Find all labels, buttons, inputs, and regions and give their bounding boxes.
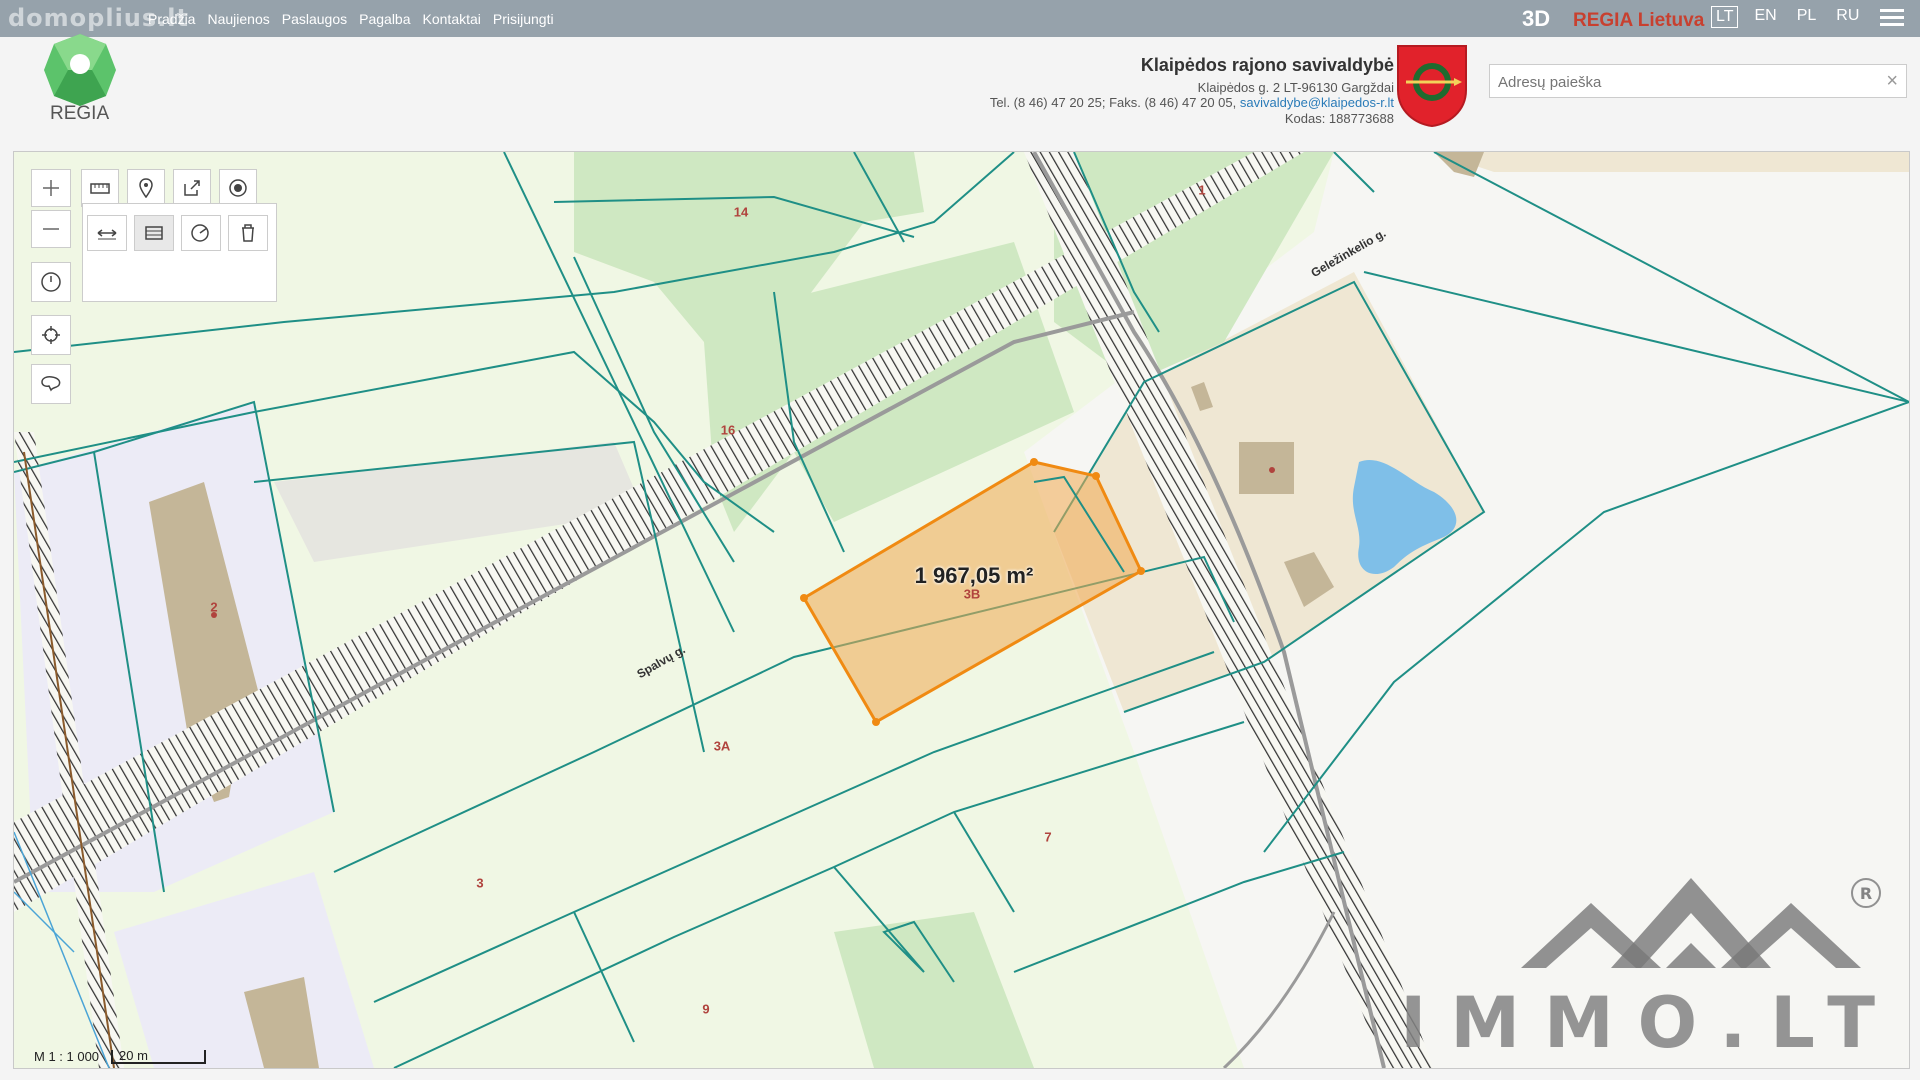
parcel-label: 3A [713, 738, 731, 754]
nav-help[interactable]: Pagalba [359, 11, 410, 27]
municipality-phone: Tel. (8 46) 47 20 25; Faks. (8 46) 47 20… [989, 95, 1237, 110]
lang-ru[interactable]: RU [1832, 6, 1863, 28]
municipality-email[interactable]: savivaldybe@klaipedos-r.lt [1240, 95, 1394, 110]
parcel-label: 1 [1198, 182, 1206, 198]
area-icon [145, 226, 163, 240]
radius-icon [191, 224, 209, 242]
lasso-icon [41, 376, 61, 392]
parcel-label: 7 [1044, 829, 1052, 845]
svg-text:R: R [1860, 884, 1872, 903]
clock-icon [41, 272, 61, 292]
clear-search-icon[interactable]: × [1886, 70, 1898, 93]
parcel-label: 2 [210, 599, 218, 615]
scale-bar: 20 m [111, 1049, 207, 1064]
address-search-input[interactable] [1496, 66, 1880, 98]
parcel-label: 3 [476, 875, 484, 891]
lang-pl[interactable]: PL [1793, 6, 1821, 28]
pin-icon [139, 178, 153, 198]
scale-ratio: M 1 : 1 000 [34, 1049, 100, 1064]
trash-icon [242, 224, 254, 242]
lasso-button[interactable] [31, 364, 71, 404]
map-view[interactable]: 1 14 16 2 3B 3A 3 7 9 Geležinkelio g. Sp… [13, 151, 1910, 1069]
nav-contacts[interactable]: Kontaktai [423, 11, 481, 27]
parcel-label: 14 [733, 204, 749, 220]
measure-button[interactable] [81, 169, 119, 207]
zoom-out-button[interactable] [31, 210, 71, 248]
marker-button[interactable] [127, 169, 165, 207]
history-button[interactable] [31, 262, 71, 302]
distance-icon [97, 229, 117, 240]
municipality-name: Klaipėdos rajono savivaldybė [1140, 55, 1394, 75]
top-bar: domoplius.lt Pradžia Naujienos Paslaugos… [0, 0, 1920, 37]
measure-area-button[interactable] [134, 215, 174, 251]
share-icon [184, 180, 200, 196]
municipality-code: Kodas: 188773688 [1284, 110, 1394, 126]
municipality-address: Klaipėdos g. 2 LT-96130 Gargždai [1197, 79, 1394, 95]
parcel-label: 16 [720, 422, 736, 438]
ruler-icon [90, 183, 110, 194]
logo-text: REGIA [50, 103, 110, 124]
measure-radius-button[interactable] [181, 215, 221, 251]
delete-measure-button[interactable] [228, 215, 268, 251]
locate-button[interactable] [31, 315, 71, 355]
nav-home[interactable]: Pradžia [148, 11, 195, 27]
language-switcher: LT EN PL RU [1711, 6, 1863, 28]
regia-lietuva-link[interactable]: REGIA Lietuva [1573, 10, 1704, 32]
measure-distance-button[interactable] [87, 215, 127, 251]
scale-indicator: M 1 : 1 000 20 m [34, 1049, 207, 1064]
plus-icon [43, 180, 59, 196]
address-search: × [1489, 64, 1907, 98]
main-nav: Pradžia Naujienos Paslaugos Pagalba Kont… [148, 0, 554, 37]
watermark-bottom: IMMO.LT [1400, 982, 1899, 1064]
3d-button[interactable]: 3D [1522, 6, 1550, 32]
crosshair-icon [42, 326, 60, 344]
nav-news[interactable]: Naujienos [207, 11, 269, 27]
municipality-info: Klaipėdos rajono savivaldybė Klaipėdos g… [989, 55, 1394, 126]
area-measurement: 1 967,05 m² [914, 563, 1034, 588]
share-button[interactable] [173, 169, 211, 207]
menu-icon[interactable] [1880, 9, 1904, 29]
parcel-label: 9 [702, 1001, 710, 1017]
zoom-in-button[interactable] [31, 169, 71, 207]
target-button[interactable] [219, 169, 257, 207]
lang-lt[interactable]: LT [1711, 6, 1739, 28]
coat-of-arms-icon [1397, 45, 1467, 128]
nav-login[interactable]: Prisijungti [493, 11, 554, 27]
record-icon [229, 179, 247, 197]
lang-en[interactable]: EN [1750, 6, 1780, 28]
nav-services[interactable]: Paslaugos [282, 11, 347, 27]
minus-icon [43, 228, 59, 230]
